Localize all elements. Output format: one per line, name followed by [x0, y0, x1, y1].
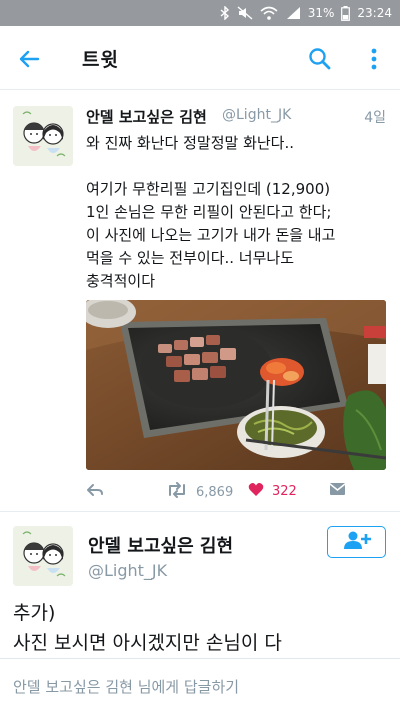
tweet-text-line: 1인 손님은 무한 리필이 안된다고 한다;: [86, 203, 332, 221]
tweet-text-line: [86, 155, 386, 178]
tweet-text: 와 진짜 화난다 정말정말 화난다.. 여기가 무한리필 고기집인데 (12,9…: [86, 132, 386, 293]
retweet-button[interactable]: 6,869: [166, 482, 233, 502]
tweet-text-line: 이 사진에 나오는 고기가 내가 돈을 내고: [86, 226, 336, 244]
tweet-text-line: 여기가 무한리필 고기집인데 (12,900): [86, 180, 331, 198]
avatar[interactable]: [13, 526, 73, 586]
signal-icon: [285, 6, 301, 20]
heart-icon: [248, 482, 264, 501]
page-title: 트윗: [82, 49, 119, 71]
app-bar: 트윗: [0, 26, 400, 90]
tweet-time: 4일: [364, 110, 386, 126]
author-handle[interactable]: @Light_JK: [222, 107, 291, 123]
tweet-text-line: 추가): [13, 602, 56, 624]
battery-percent: 31%: [307, 6, 335, 20]
avatar[interactable]: [13, 106, 73, 166]
tweet-actions: 6,869 322: [86, 482, 386, 502]
tweet-text-line: 먹을 수 있는 전부이다.. 너무나도: [86, 249, 295, 267]
search-icon[interactable]: [305, 44, 335, 74]
back-arrow-icon[interactable]: [14, 44, 44, 74]
mute-icon: [237, 6, 253, 20]
like-button[interactable]: 322: [248, 482, 297, 501]
envelope-icon: [329, 482, 346, 500]
author-name[interactable]: 안델 보고싶은 김현: [86, 106, 207, 127]
more-vert-icon[interactable]: [362, 44, 386, 74]
reply-input-placeholder[interactable]: 안델 보고싶은 김현 님에게 답글하기: [13, 676, 239, 697]
divider: [0, 511, 400, 512]
reply-button[interactable]: [86, 482, 104, 502]
follow-button[interactable]: [327, 526, 386, 558]
reply-composer[interactable]: 안델 보고싶은 김현 님에게 답글하기: [0, 658, 400, 711]
add-user-icon: [342, 530, 372, 554]
like-count: 322: [272, 484, 297, 499]
bluetooth-icon: [220, 6, 230, 20]
battery-icon: [341, 5, 351, 21]
share-dm-button[interactable]: [329, 482, 346, 500]
tweet-text-line: 와 진짜 화난다 정말정말 화난다..: [86, 134, 295, 152]
tweet[interactable]: 안델 보고싶은 김현 @Light_JK 4일 와 진짜 화난다 정말정말 화난…: [0, 90, 400, 510]
clock: 23:24: [357, 6, 392, 20]
tweet-photo[interactable]: [86, 300, 386, 470]
tweet-text-line: 사진 보시면 아시겠지만 손님이 다: [13, 632, 282, 654]
tweet-text: 추가) 사진 보시면 아시겠지만 손님이 다: [13, 598, 393, 658]
wifi-icon: [260, 6, 278, 20]
status-bar: 31% 23:24: [0, 0, 400, 26]
reply-icon: [86, 482, 104, 502]
retweet-icon: [166, 482, 188, 502]
retweet-count: 6,869: [196, 484, 234, 500]
tweet-text-line: 충격적이다: [86, 272, 156, 290]
author-handle[interactable]: @Light_JK: [88, 561, 167, 580]
author-name[interactable]: 안델 보고싶은 김현: [88, 532, 233, 558]
